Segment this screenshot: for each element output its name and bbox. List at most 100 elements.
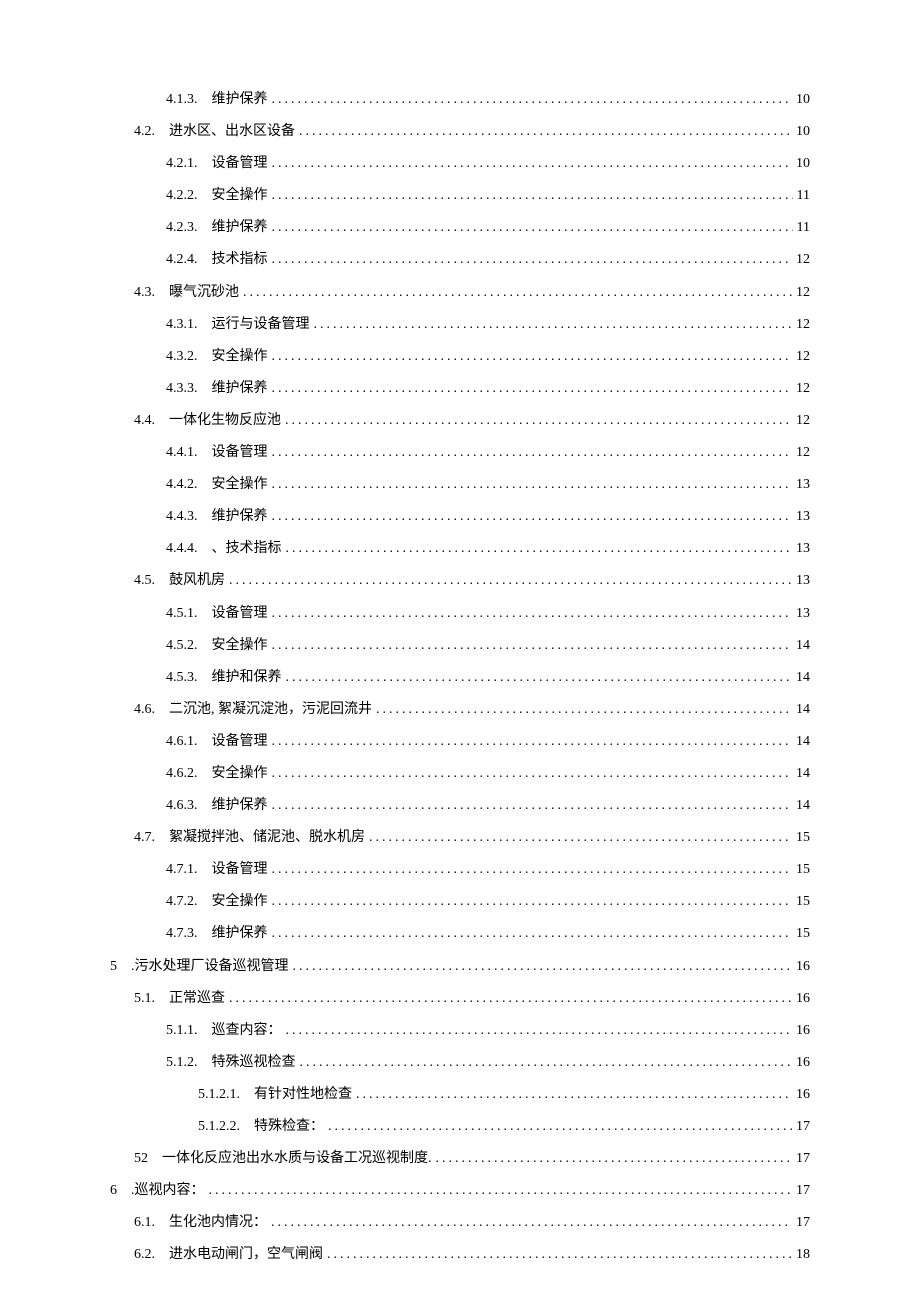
toc-entry[interactable]: 4.5.2.安全操作14: [110, 636, 810, 656]
toc-entry-number: 5.1.1.: [166, 1021, 198, 1041]
toc-entry-number: 4.4.2.: [166, 475, 198, 495]
toc-entry-page: 15: [796, 860, 810, 880]
toc-entry-number: 4.2.4.: [166, 250, 198, 270]
toc-entry-number: 6.1.: [134, 1213, 155, 1233]
toc-entry-page: 13: [796, 571, 810, 591]
toc-entry-title: 安全操作: [212, 186, 268, 206]
toc-entry-title: 一体化反应池出水水质与设备工况巡视制度.: [162, 1149, 432, 1169]
toc-entry[interactable]: 4.3.2.安全操作12: [110, 347, 810, 367]
toc-entry-leader: [285, 411, 792, 431]
toc-entry[interactable]: 4.5.3.维护和保养14: [110, 668, 810, 688]
toc-entry-leader: [272, 250, 793, 270]
toc-entry-leader: [243, 283, 792, 303]
toc-entry-leader: [314, 315, 793, 335]
toc-entry[interactable]: 4.2.进水区、出水区设备10: [110, 122, 810, 142]
toc-entry-number: 4.4.1.: [166, 443, 198, 463]
toc-entry[interactable]: 4.4.3.维护保养13: [110, 507, 810, 527]
toc-entry-page: 17: [796, 1181, 810, 1201]
toc-entry-title: 技术指标: [212, 250, 268, 270]
toc-entry-leader: [229, 571, 792, 591]
toc-entry-leader: [286, 668, 793, 688]
table-of-contents: 4.1.3.维护保养10 4.2.进水区、出水区设备10 4.2.1.设备管理10 4…: [110, 90, 810, 1265]
toc-entry-number: 4.3.1.: [166, 315, 198, 335]
toc-entry-number: 5: [110, 957, 117, 977]
toc-entry-title: 二沉池, 絮凝沉淀池，污泥回流井: [169, 700, 372, 720]
toc-entry-number: 4.3.: [134, 283, 155, 303]
toc-entry-leader: [272, 796, 793, 816]
toc-entry-number: 4.7.1.: [166, 860, 198, 880]
toc-entry[interactable]: 4.5.1.设备管理13: [110, 604, 810, 624]
toc-entry-page: 12: [796, 379, 810, 399]
toc-entry-page: 17: [796, 1149, 810, 1169]
toc-entry-number: 4.4.: [134, 411, 155, 431]
toc-entry-number: 52: [134, 1149, 148, 1169]
toc-entry[interactable]: 4.5.鼓风机房13: [110, 571, 810, 591]
toc-entry-number: 4.3.2.: [166, 347, 198, 367]
toc-entry-leader: [293, 957, 793, 977]
toc-entry-title: 安全操作: [212, 347, 268, 367]
toc-entry[interactable]: 6.巡视内容：17: [110, 1181, 810, 1201]
toc-entry[interactable]: 4.3.曝气沉砂池12: [110, 283, 810, 303]
toc-entry[interactable]: 52 一体化反应池出水水质与设备工况巡视制度. 17: [110, 1149, 810, 1169]
toc-entry[interactable]: 4.7.1. 设备管理 15: [110, 860, 810, 880]
toc-entry[interactable]: 4.4.一体化生物反应池12: [110, 411, 810, 431]
toc-entry[interactable]: 4.7.絮凝搅拌池、储泥池、脱水机房15: [110, 828, 810, 848]
toc-entry-page: 10: [796, 122, 810, 142]
toc-entry-leader: [272, 732, 793, 752]
toc-entry[interactable]: 4.2.1.设备管理10: [110, 154, 810, 174]
toc-entry-leader: [272, 892, 793, 912]
toc-entry[interactable]: 6.1.生化池内情况：17: [110, 1213, 810, 1233]
toc-entry-title: 安全操作: [212, 636, 268, 656]
toc-entry[interactable]: 4.4.2.安全操作13: [110, 475, 810, 495]
toc-entry[interactable]: 4.6.3.维护保养14: [110, 796, 810, 816]
toc-entry-number: 6: [110, 1181, 117, 1201]
toc-entry[interactable]: 4.3.3.维护保养12: [110, 379, 810, 399]
toc-entry[interactable]: 5.1.2.特殊巡视检查16: [110, 1053, 810, 1073]
toc-entry-title: 安全操作: [212, 892, 268, 912]
toc-entry[interactable]: 4.3.1.运行与设备管理12: [110, 315, 810, 335]
toc-entry-page: 14: [796, 764, 810, 784]
toc-entry[interactable]: 4.2.3.维护保养11: [110, 218, 810, 238]
toc-entry-leader: [272, 475, 793, 495]
toc-entry-title: 絮凝搅拌池、储泥池、脱水机房: [169, 828, 365, 848]
toc-entry[interactable]: 4.1.3.维护保养10: [110, 90, 810, 110]
toc-entry[interactable]: 4.7.2.安全操作15: [110, 892, 810, 912]
toc-entry[interactable]: 4.2.2.安全操作11: [110, 186, 810, 206]
toc-entry-leader: [271, 1213, 792, 1233]
toc-entry[interactable]: 4.7.3.维护保养15: [110, 924, 810, 944]
toc-entry-number: 4.7.: [134, 828, 155, 848]
toc-entry-leader: [356, 1085, 792, 1105]
toc-entry-page: 14: [796, 732, 810, 752]
toc-entry-leader: [272, 154, 793, 174]
toc-entry-number: 4.7.3.: [166, 924, 198, 944]
toc-entry[interactable]: 4.2.4.技术指标12: [110, 250, 810, 270]
toc-entry[interactable]: 4.6.二沉池, 絮凝沉淀池，污泥回流井14: [110, 700, 810, 720]
toc-entry-leader: [272, 860, 793, 880]
toc-entry[interactable]: 4.4.4.、技术指标13: [110, 539, 810, 559]
toc-entry-number: 4.6.1.: [166, 732, 198, 752]
toc-entry-number: 4.4.4.: [166, 539, 198, 559]
toc-entry[interactable]: 6.2.进水电动闸门，空气闸阀18: [110, 1245, 810, 1265]
toc-entry-title: 一体化生物反应池: [169, 411, 281, 431]
toc-entry-title: 设备管理: [212, 443, 268, 463]
toc-entry[interactable]: 4.4.1.设备管理12: [110, 443, 810, 463]
toc-entry[interactable]: 5.1.1.巡查内容：16: [110, 1021, 810, 1041]
toc-entry[interactable]: 5.1.正常巡查16: [110, 989, 810, 1009]
toc-entry[interactable]: 5.污水处理厂设备巡视管理16: [110, 957, 810, 977]
page-container: 4.1.3.维护保养10 4.2.进水区、出水区设备10 4.2.1.设备管理10 4…: [0, 0, 920, 1301]
toc-entry-title: 维护保养: [212, 218, 268, 238]
toc-entry[interactable]: 4.6.1.设备管理14: [110, 732, 810, 752]
toc-entry-page: 11: [797, 218, 810, 238]
toc-entry[interactable]: 5.1.2.2.特殊检查：17: [110, 1117, 810, 1137]
toc-entry-number: 5.1.2.1.: [198, 1085, 240, 1105]
toc-entry-title: 设备管理: [212, 860, 268, 880]
toc-entry-title: 维护保养: [212, 796, 268, 816]
toc-entry-page: 17: [796, 1213, 810, 1233]
toc-entry[interactable]: 5.1.2.1.有针对性地检查16: [110, 1085, 810, 1105]
toc-entry[interactable]: 4.6.2.安全操作14: [110, 764, 810, 784]
toc-entry-number: 4.7.2.: [166, 892, 198, 912]
toc-entry-title: 曝气沉砂池: [169, 283, 239, 303]
toc-entry-title: 安全操作: [212, 764, 268, 784]
toc-entry-leader: [376, 700, 792, 720]
toc-entry-number: 4.2.2.: [166, 186, 198, 206]
